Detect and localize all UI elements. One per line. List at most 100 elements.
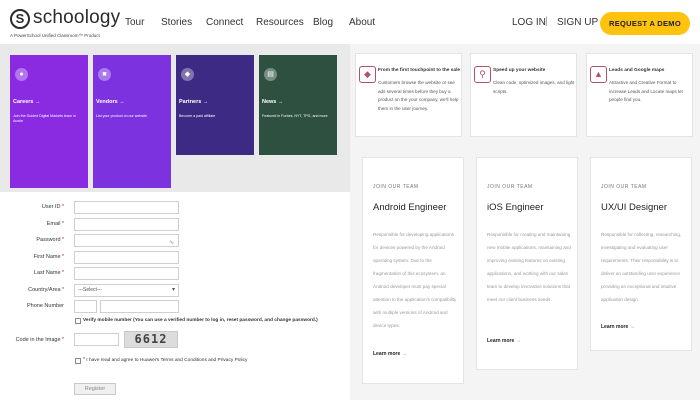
chevron-down-icon: ▾ [171, 287, 175, 293]
card-desc: List your product on our website [96, 114, 147, 118]
speed-icon: ⚲ [474, 66, 491, 83]
nav-connect[interactable]: Connect [206, 17, 243, 28]
card-desc: Join the Guided Digital Markets team in … [13, 114, 76, 123]
people-icon: ● [15, 68, 28, 81]
card-title: News → [262, 99, 284, 105]
nav-blog[interactable]: Blog [313, 17, 333, 28]
required-mark: * [62, 237, 64, 243]
captcha-image[interactable]: 6612 [124, 331, 178, 348]
link-text: Learn more [373, 351, 401, 357]
label-text: Password [36, 237, 61, 243]
nav-stories[interactable]: Stories [161, 17, 192, 28]
job-card-android: JOIN OUR TEAM Android Engineer Responsib… [362, 157, 464, 384]
label-text: First Name [33, 254, 61, 260]
job-desc: Responsible for creating and maintaining… [487, 232, 571, 302]
label-text: Country/Area [28, 287, 61, 293]
email-label: Email * [6, 221, 64, 227]
user-id-input[interactable] [74, 201, 179, 214]
job-card-ios: JOIN OUR TEAM iOS Engineer Responsible f… [476, 157, 578, 370]
job-tag: JOIN OUR TEAM [601, 184, 647, 190]
job-card-uxui: JOIN OUR TEAM UX/UI Designer Responsible… [590, 157, 692, 351]
first-name-input[interactable] [74, 251, 179, 264]
arrow-right-icon: → [515, 338, 521, 344]
agree-terms-checkbox[interactable] [75, 358, 81, 364]
last-name-input[interactable] [74, 267, 179, 280]
nav-tour[interactable]: Tour [125, 17, 144, 28]
show-password-icon[interactable]: ∿ [169, 238, 174, 249]
link-text: Learn more [601, 324, 629, 330]
feature-card-touchpoint: ◆ From the first touchpoint to the sale … [355, 53, 462, 137]
user-id-label: User ID * [6, 204, 64, 210]
request-demo-button[interactable]: REQUEST A DEMO [600, 12, 690, 35]
vendors-card[interactable]: ■ Vendors → List your product on our web… [93, 55, 171, 188]
label-text: Phone Number [27, 303, 64, 309]
job-tag: JOIN OUR TEAM [487, 184, 533, 190]
required-mark: * [62, 221, 64, 227]
vendor-icon: ■ [98, 68, 111, 81]
page: S schoology A PowerSchool Unified Classr… [0, 0, 700, 400]
feature-card-maps: ▲ Leads and Google maps Attractive and C… [586, 53, 693, 137]
link-text: Learn more [487, 338, 515, 344]
label-text: Code in the Image [15, 337, 61, 343]
learn-more-link[interactable]: Learn more → [373, 351, 407, 357]
country-select-value: ---Select--- [78, 287, 102, 293]
login-link[interactable]: LOG IN [512, 17, 546, 28]
top-header: S schoology A PowerSchool Unified Classr… [0, 0, 700, 44]
first-name-label: First Name * [6, 254, 64, 260]
label-text: Email [46, 221, 61, 227]
required-mark: * [62, 337, 64, 343]
country-code-input[interactable] [74, 300, 97, 313]
country-label: Country/Area * [6, 287, 64, 293]
feature-desc: Clean code, optimized images, and light … [493, 80, 575, 94]
news-icon: ▤ [264, 68, 277, 81]
touchpoint-icon: ◆ [359, 66, 376, 83]
card-desc: Become a paid affiliate [179, 114, 216, 118]
register-button[interactable]: Register [74, 383, 116, 395]
required-mark: * [83, 357, 85, 363]
phone-number-input[interactable] [100, 300, 179, 313]
feature-card-speed: ⚲ Speed up your website Clean code, opti… [470, 53, 577, 137]
signup-link[interactable]: SIGN UP [557, 17, 598, 28]
learn-more-link[interactable]: Learn more → [487, 338, 521, 344]
job-desc: Responsible for collecting, researching,… [601, 232, 682, 302]
nav-resources[interactable]: Resources [256, 17, 304, 28]
code-label: Code in the Image * [6, 337, 64, 343]
job-desc: Responsible for developing applications … [373, 232, 457, 328]
feature-desc: Attractive and Creative Format to increa… [609, 80, 683, 103]
logo-wordmark: schoology [33, 7, 121, 28]
feature-title: Leads and Google maps [609, 68, 665, 73]
careers-card[interactable]: ● Careers → Join the Guided Digital Mark… [10, 55, 88, 188]
captcha-input[interactable] [74, 333, 119, 346]
logo-mark-icon: S [10, 9, 30, 29]
password-label: Password * [6, 237, 64, 243]
map-icon: ▲ [590, 66, 607, 83]
logo-subtitle: A PowerSchool Unified Classroom™ Product [10, 33, 100, 38]
arrow-right-icon: → [401, 351, 407, 357]
verify-mobile-text: Verify mobile number (You can use a veri… [83, 318, 318, 323]
label-text: Last Name [33, 270, 61, 276]
required-mark: * [62, 254, 64, 260]
arrow-right-icon: → [629, 324, 635, 330]
feature-desc: Customers browse the website or see ads … [378, 80, 459, 112]
nav-about[interactable]: About [349, 17, 375, 28]
job-title: iOS Engineer [487, 202, 544, 213]
nav-separator: | [545, 16, 548, 27]
job-tag: JOIN OUR TEAM [373, 184, 419, 190]
job-title: UX/UI Designer [601, 202, 667, 213]
card-title: Partners → [179, 99, 209, 105]
phone-label: Phone Number [6, 303, 64, 309]
required-mark: * [62, 287, 64, 293]
partners-card[interactable]: ◆ Partners → Become a paid affiliate [176, 55, 254, 155]
card-desc: Featured in Forbes, NYT, TPG, and more [262, 114, 328, 118]
news-card[interactable]: ▤ News → Featured in Forbes, NYT, TPG, a… [259, 55, 337, 155]
verify-mobile-checkbox[interactable] [75, 318, 81, 324]
card-title: Careers → [13, 99, 41, 105]
email-input[interactable] [74, 218, 179, 231]
agree-terms-text: * I have read and agree to Huawei's Term… [83, 357, 247, 363]
handshake-icon: ◆ [181, 68, 194, 81]
card-title: Vendors → [96, 99, 125, 105]
password-input[interactable]: ∿ [74, 234, 179, 247]
country-select[interactable]: ---Select--- ▾ [74, 284, 179, 297]
required-mark: * [62, 270, 64, 276]
learn-more-link[interactable]: Learn more → [601, 324, 635, 330]
